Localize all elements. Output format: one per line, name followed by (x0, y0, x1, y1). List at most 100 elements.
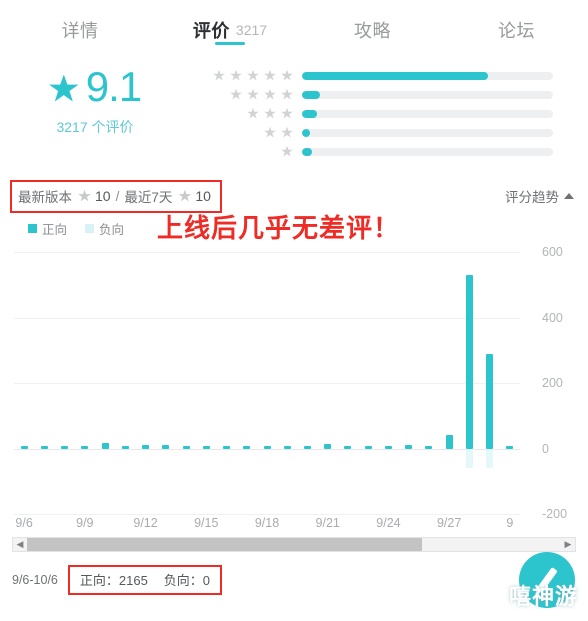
chart-bar-positive[interactable] (243, 446, 251, 449)
star-icon (281, 126, 293, 138)
chart-bar-positive[interactable] (384, 446, 392, 449)
chart-bar-positive[interactable] (223, 446, 231, 449)
chevron-right-icon[interactable]: ▶ (561, 540, 575, 549)
chart-bar-positive[interactable] (486, 353, 494, 449)
star-group-4 (193, 88, 293, 101)
chart-bar-positive[interactable] (40, 446, 48, 449)
x-axis-tick-label: 9/6 (15, 516, 33, 530)
tab-reviews[interactable]: 评价 3217 (160, 0, 300, 55)
chart-bar-positive[interactable] (465, 274, 473, 449)
x-axis-tick-label: 9/9 (76, 516, 94, 530)
chart-bar-positive[interactable] (61, 446, 69, 449)
x-axis-tick-label: 9/27 (436, 516, 462, 530)
chart-bar-positive[interactable] (324, 443, 332, 449)
star-icon (264, 88, 276, 100)
chart-scrollbar[interactable]: ◀ ▶ (12, 537, 576, 552)
star-icon (264, 126, 276, 138)
star-icon (230, 88, 242, 100)
score-row: 9.1 (0, 66, 190, 108)
tab-label: 评价 (192, 20, 230, 41)
rating-bar-fill (302, 128, 310, 137)
y-axis-tick-label: 200 (542, 376, 563, 390)
rating-trend-chart: 600 400 200 0 -200 (14, 245, 567, 521)
rating-bar-row (193, 66, 553, 85)
write-review-button[interactable] (519, 552, 575, 608)
trend-toggle-label: 评分趋势 (505, 190, 559, 205)
legend-item-positive[interactable]: 正向 (28, 219, 67, 238)
caret-up-icon (564, 193, 574, 199)
chart-bar-positive[interactable] (263, 446, 271, 449)
legend-swatch-icon (28, 224, 37, 233)
chevron-left-icon[interactable]: ◀ (13, 540, 27, 549)
star-group-3 (193, 107, 293, 120)
summary-footer: 9/6-10/6 正向：2165 负向：0 (12, 565, 223, 595)
chart-bar-negative[interactable] (465, 448, 473, 469)
chart-bar-positive[interactable] (445, 435, 453, 449)
overall-score-block: 9.1 3217 个评价 (0, 66, 190, 137)
tab-label: 攻略 (354, 20, 391, 41)
chart-bar-positive[interactable] (142, 444, 150, 449)
legend-item-negative[interactable]: 负向 (85, 219, 124, 238)
rating-bar-fill (302, 90, 320, 99)
x-axis-tick-label: 9/15 (194, 516, 219, 530)
star-icon (281, 88, 293, 100)
rating-distribution (193, 66, 553, 161)
chart-bar-positive[interactable] (202, 446, 210, 449)
chart-bar-positive[interactable] (303, 446, 311, 449)
star-icon (49, 74, 79, 102)
tab-forum[interactable]: 论坛 (445, 0, 588, 55)
star-icon (247, 69, 259, 81)
tab-label: 论坛 (498, 20, 535, 41)
chart-bar-positive[interactable] (162, 445, 170, 449)
chart-bar-positive[interactable] (344, 445, 352, 449)
positive-count-label: 正向：2165 (79, 573, 148, 588)
chart-bar-positive[interactable] (81, 446, 89, 449)
star-group-1 (193, 145, 293, 158)
x-axis-tick-label: 9/24 (376, 516, 401, 530)
rating-bar-row (193, 104, 553, 123)
star-icon (247, 88, 259, 100)
star-icon (281, 107, 293, 119)
chart-bar-positive[interactable] (405, 444, 413, 449)
chart-bar-positive[interactable] (364, 446, 372, 449)
rating-bar-track (302, 71, 553, 80)
chart-bar-positive[interactable] (425, 446, 433, 449)
rating-bar-track (302, 109, 553, 118)
tab-guides[interactable]: 攻略 (300, 0, 445, 55)
star-icon (213, 69, 225, 81)
rating-bar-row (193, 123, 553, 142)
x-axis-tick-label: 9 (506, 516, 514, 530)
rating-bar-track (302, 128, 553, 137)
tab-bar: 详情 评价 3217 攻略 论坛 (0, 0, 588, 55)
chart-bar-positive[interactable] (20, 446, 28, 449)
date-range-label: 9/6-10/6 (12, 573, 58, 587)
star-icon (281, 145, 293, 157)
rating-bar-fill (302, 71, 488, 80)
tab-label: 详情 (61, 20, 99, 41)
scrollbar-rail[interactable] (27, 538, 561, 551)
trend-toggle[interactable]: 评分趋势 (505, 186, 574, 206)
star-icon (178, 189, 192, 202)
scrollbar-thumb[interactable] (27, 538, 423, 551)
x-axis-tick-label: 9/12 (133, 516, 158, 530)
annotation-text: 上线后几乎无差评！ (157, 213, 401, 243)
tab-details[interactable]: 详情 (0, 0, 160, 55)
star-icon (230, 69, 242, 81)
legend-label: 正向 (42, 223, 68, 237)
star-icon (78, 189, 91, 202)
chart-bar-positive[interactable] (101, 443, 109, 449)
star-icon (264, 107, 276, 119)
rating-bar-track (302, 90, 553, 99)
x-axis-tick-label: 9/21 (315, 516, 340, 530)
star-icon (281, 69, 293, 81)
y-axis-tick-label: 0 (542, 441, 549, 456)
chart-bar-positive[interactable] (283, 446, 291, 449)
summary-stats-box: 正向：2165 负向：0 (67, 565, 223, 595)
rating-bar-fill (302, 147, 313, 156)
chart-legend: 正向 负向 (28, 219, 142, 238)
chart-bar-positive[interactable] (506, 445, 514, 449)
chart-bar-positive[interactable] (182, 446, 190, 449)
chart-bar-negative[interactable] (486, 448, 494, 469)
legend-label: 负向 (99, 223, 125, 237)
chart-bar-positive[interactable] (121, 445, 129, 449)
